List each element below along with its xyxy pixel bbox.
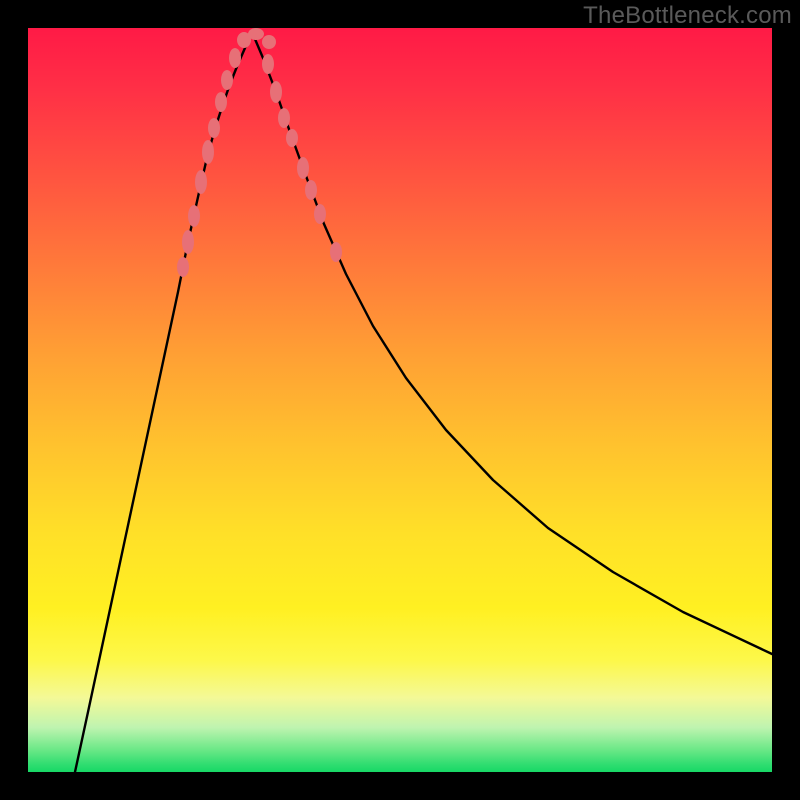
data-marker bbox=[182, 230, 194, 254]
chart-svg bbox=[28, 28, 772, 772]
data-marker bbox=[330, 242, 342, 262]
data-marker bbox=[202, 140, 214, 164]
data-marker bbox=[248, 28, 264, 40]
data-marker bbox=[286, 129, 298, 147]
data-marker bbox=[221, 70, 233, 90]
data-marker bbox=[229, 48, 241, 68]
data-marker bbox=[278, 108, 290, 128]
data-marker bbox=[188, 205, 200, 227]
data-marker bbox=[262, 35, 276, 49]
data-marker bbox=[208, 118, 220, 138]
curve-right-curve bbox=[252, 32, 772, 654]
data-marker bbox=[314, 204, 326, 224]
data-marker bbox=[262, 54, 274, 74]
data-marker bbox=[177, 257, 189, 277]
watermark-text: TheBottleneck.com bbox=[583, 2, 792, 30]
curve-left-curve bbox=[75, 32, 252, 772]
data-marker bbox=[215, 92, 227, 112]
chart-frame: TheBottleneck.com bbox=[0, 0, 800, 800]
data-marker bbox=[270, 81, 282, 103]
data-marker bbox=[195, 170, 207, 194]
plot-area bbox=[28, 28, 772, 772]
data-marker bbox=[297, 157, 309, 179]
data-marker bbox=[305, 180, 317, 200]
